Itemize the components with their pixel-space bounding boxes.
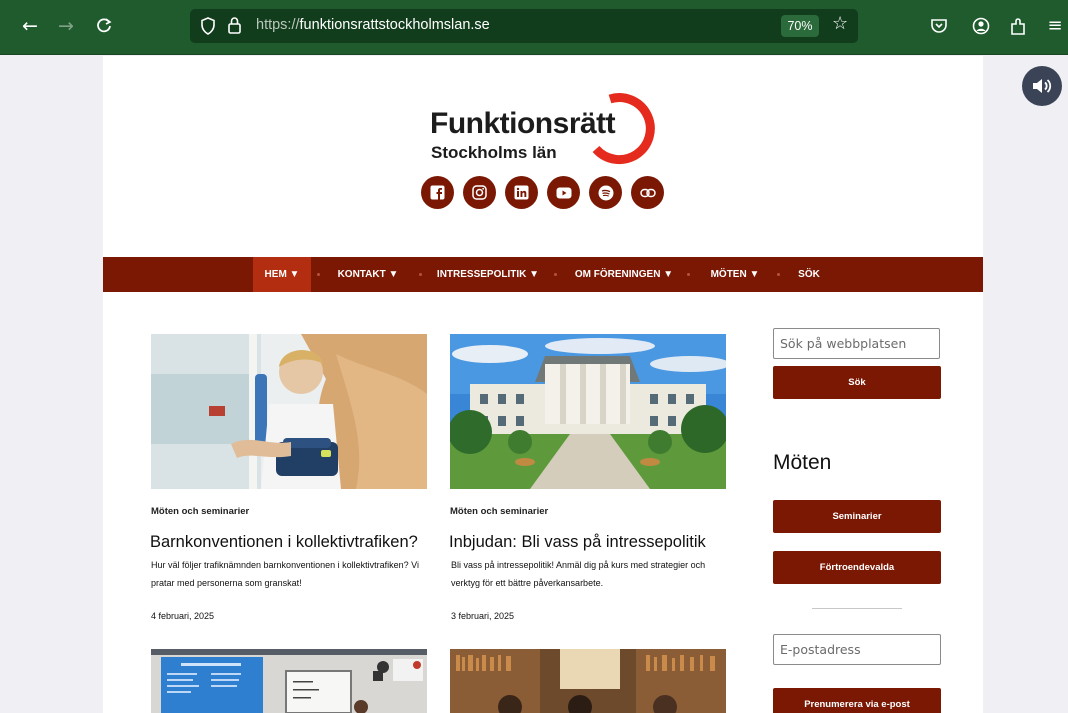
page-viewport: Funktionsrätt Stockholms län HEM ▼ KONTA… (0, 56, 1068, 713)
post-image-presentation[interactable] (151, 649, 427, 713)
search-button[interactable]: Sök (773, 366, 941, 399)
nav-separator (687, 273, 690, 276)
zoom-level-badge[interactable]: 70% (781, 15, 819, 37)
speaker-icon[interactable] (1022, 66, 1062, 106)
sidebar-heading-moten: Möten (773, 451, 832, 474)
fortroendevalda-button[interactable]: Förtroendevalda (773, 551, 941, 584)
post-image-bus-child[interactable] (151, 334, 427, 489)
reload-icon[interactable] (90, 12, 118, 40)
site-logo[interactable]: Funktionsrätt Stockholms län (430, 93, 660, 173)
social-links (421, 176, 664, 210)
post-title[interactable]: Barnkonventionen i kollektivtrafiken? (150, 533, 418, 552)
post-image-library[interactable] (450, 649, 726, 713)
url-host: funktionsrattstockholmslan.se (299, 17, 490, 33)
facebook-icon[interactable] (421, 176, 454, 209)
extensions-icon[interactable] (1009, 16, 1027, 40)
main-navigation: HEM ▼ KONTAKT ▼ INTRESSEPOLITIK ▼ OM FÖR… (103, 257, 983, 292)
nav-item-moten[interactable]: MÖTEN ▼ (703, 257, 767, 292)
lock-icon[interactable] (227, 16, 242, 39)
nav-separator (777, 273, 780, 276)
link-icon[interactable] (631, 176, 664, 209)
nav-item-sok[interactable]: SÖK (791, 257, 827, 292)
bookmark-star-icon[interactable]: ☆ (832, 13, 848, 34)
nav-item-intressepolitik[interactable]: INTRESSEPOLITIK ▼ (433, 257, 543, 292)
nav-separator (554, 273, 557, 276)
sidebar-divider (812, 608, 902, 609)
logo-title: Funktionsrätt (430, 107, 616, 140)
shield-icon[interactable] (200, 17, 216, 39)
youtube-icon[interactable] (547, 176, 580, 209)
url-scheme: https:// (256, 17, 300, 33)
menu-icon[interactable]: ≡ (1041, 12, 1068, 40)
instagram-icon[interactable] (463, 176, 496, 209)
spotify-icon[interactable] (589, 176, 622, 209)
seminarier-button[interactable]: Seminarier (773, 500, 941, 533)
post-title[interactable]: Inbjudan: Bli vass på intressepolitik (449, 533, 706, 552)
post-image-manor-house[interactable] (450, 334, 726, 489)
browser-toolbar: ← → https://funktionsrattstockholmslan.s… (0, 0, 1068, 55)
url-text[interactable]: https://funktionsrattstockholmslan.se (256, 17, 490, 33)
back-arrow-icon[interactable]: ← (16, 12, 44, 40)
page-container: Funktionsrätt Stockholms län HEM ▼ KONTA… (103, 56, 983, 713)
forward-arrow-icon[interactable]: → (52, 12, 80, 40)
email-field[interactable] (773, 634, 941, 665)
nav-item-om-foreningen[interactable]: OM FÖRENINGEN ▼ (571, 257, 677, 292)
subscribe-button[interactable]: Prenumerera via e-post (773, 688, 941, 713)
post-category[interactable]: Möten och seminarier (151, 506, 249, 517)
pocket-icon[interactable] (930, 17, 948, 39)
nav-item-kontakt[interactable]: KONTAKT ▼ (333, 257, 403, 292)
search-input[interactable] (773, 328, 940, 359)
url-bar[interactable]: https://funktionsrattstockholmslan.se 70… (190, 9, 858, 43)
linkedin-icon[interactable] (505, 176, 538, 209)
post-excerpt: Hur väl följer trafiknämnden barnkonvent… (151, 560, 419, 588)
nav-item-hem[interactable]: HEM ▼ (253, 257, 311, 292)
account-icon[interactable] (972, 17, 990, 39)
nav-separator (317, 273, 320, 276)
logo-subtitle: Stockholms län (431, 143, 557, 162)
post-date: 4 februari, 2025 (151, 611, 215, 621)
post-date: 3 februari, 2025 (451, 611, 515, 621)
post-category[interactable]: Möten och seminarier (450, 506, 548, 517)
nav-separator (419, 273, 422, 276)
post-excerpt: Bli vass på intressepolitik! Anmäl dig p… (451, 560, 706, 588)
